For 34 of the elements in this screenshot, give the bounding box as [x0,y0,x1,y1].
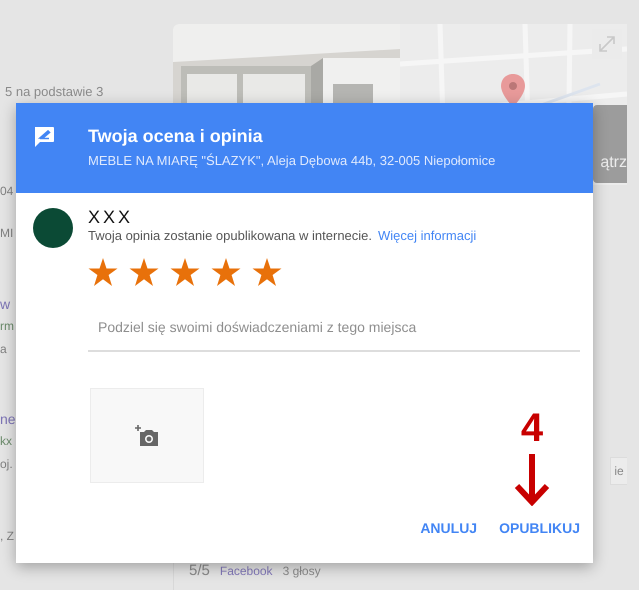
review-icon [33,126,55,148]
down-arrow [514,454,550,506]
text-fragment: 04 [0,183,14,199]
text-fragment[interactable]: w [0,296,10,312]
score-text: 5/5 [189,564,210,578]
add-photo-icon [135,424,159,446]
side-button[interactable]: ie [610,457,627,485]
more-info-link[interactable]: Więcej informacji [378,228,476,243]
text-fragment: kx [0,433,12,449]
add-photo-button[interactable] [90,388,204,483]
text-fragment: , Z [0,528,14,544]
star-rating[interactable] [88,258,282,287]
view-button[interactable]: ątrz [593,105,627,183]
text-fragment: MI [0,225,14,241]
text-fragment[interactable]: ne [0,411,16,427]
rating-summary: 5 na podstawie 3 [5,84,104,100]
source-link[interactable]: Facebook [220,564,273,578]
avatar [33,208,73,248]
star-icon[interactable] [252,258,282,287]
user-name: XXX [88,206,134,228]
star-icon[interactable] [88,258,118,287]
text-fragment: a [0,341,7,357]
step-number: 4 [520,408,544,448]
dialog-title: Twoja ocena i opinia [88,125,264,147]
votes-text: 3 głosy [282,564,321,578]
publish-button[interactable]: OPUBLIKUJ [491,510,588,547]
cancel-button[interactable]: ANULUJ [412,510,486,547]
star-icon[interactable] [211,258,241,287]
place-address: MEBLE NA MIARĘ "ŚLAZYK", Aleja Dębowa 44b, 32-005 Niepołomice [88,153,496,169]
publish-notice: Twoja opinia zostanie opublikowana w internecie. Więcej informacji [88,228,476,244]
star-icon[interactable] [129,258,159,287]
text-fragment: oj. [0,456,13,472]
text-fragment: rm [0,318,14,334]
star-icon[interactable] [170,258,200,287]
